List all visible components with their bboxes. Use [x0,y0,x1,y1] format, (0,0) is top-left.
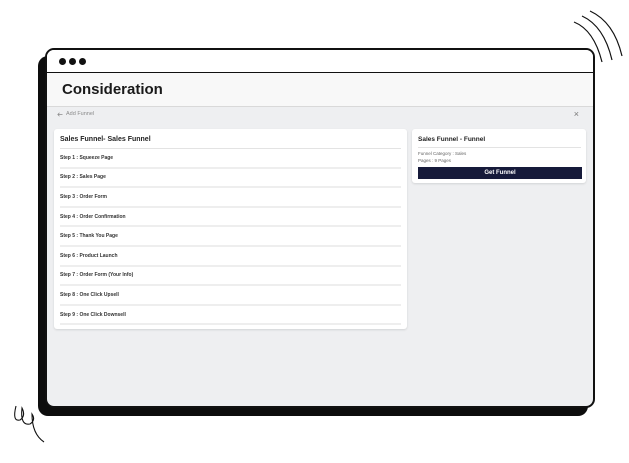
step-label: Step 7 : Order Form (Your Info) [60,272,134,279]
add-funnel-back-link[interactable]: Add Funnel [57,111,94,117]
page-header: Consideration [47,73,593,107]
step-label: Step 4 : Order Confirmation [60,213,126,220]
funnel-step-row[interactable]: Step 2 : Sales Page [60,169,401,189]
funnel-step-row[interactable]: Step 3 : Order Form [60,188,401,208]
app-window: Consideration Add Funnel × Sales Funnel-… [45,48,595,408]
funnel-info-panel: Sales Funnel - Funnel Funnel Category : … [412,129,586,183]
funnel-pages-text: Pages : 9 Pages [418,157,452,163]
funnel-step-row[interactable]: Step 8 : One Click Upsell [60,286,401,306]
step-label: Step 8 : One Click Upsell [60,291,119,298]
funnel-step-row[interactable]: Step 7 : Order Form (Your Info) [60,267,401,287]
step-label: Step 3 : Order Form [60,193,107,200]
step-label: Step 2 : Sales Page [60,174,106,181]
step-label: Step 5 : Thank You Page [60,233,118,240]
funnel-step-row[interactable]: Step 9 : One Click Downsell [60,306,401,326]
funnel-info-title: Sales Funnel - Funnel [418,136,486,143]
window-dot-icon [59,57,66,65]
window-dot-icon [69,57,76,65]
arrow-left-icon [57,112,63,116]
close-icon[interactable]: × [574,109,579,119]
window-titlebar [47,50,593,73]
funnel-step-row[interactable]: Step 6 : Product Launch [60,247,401,267]
window-dot-icon [79,57,86,65]
subbar: Add Funnel × [47,107,593,121]
get-funnel-button[interactable]: Get Funnel [418,167,582,179]
funnel-step-row[interactable]: Step 4 : Order Confirmation [60,208,401,228]
funnel-step-row[interactable]: Step 1 : Squeeze Page [60,149,401,169]
funnel-step-row[interactable]: Step 5 : Thank You Page [60,227,401,247]
divider [418,147,581,148]
step-label: Step 1 : Squeeze Page [60,154,114,161]
funnel-steps-title: Sales Funnel- Sales Funnel [60,136,151,143]
funnel-steps-panel: Sales Funnel- Sales Funnel Step 1 : Sque… [54,129,407,329]
step-label: Step 6 : Product Launch [60,252,118,259]
page-title: Consideration [62,81,163,98]
add-funnel-label: Add Funnel [66,111,95,117]
step-label: Step 9 : One Click Downsell [60,311,126,318]
